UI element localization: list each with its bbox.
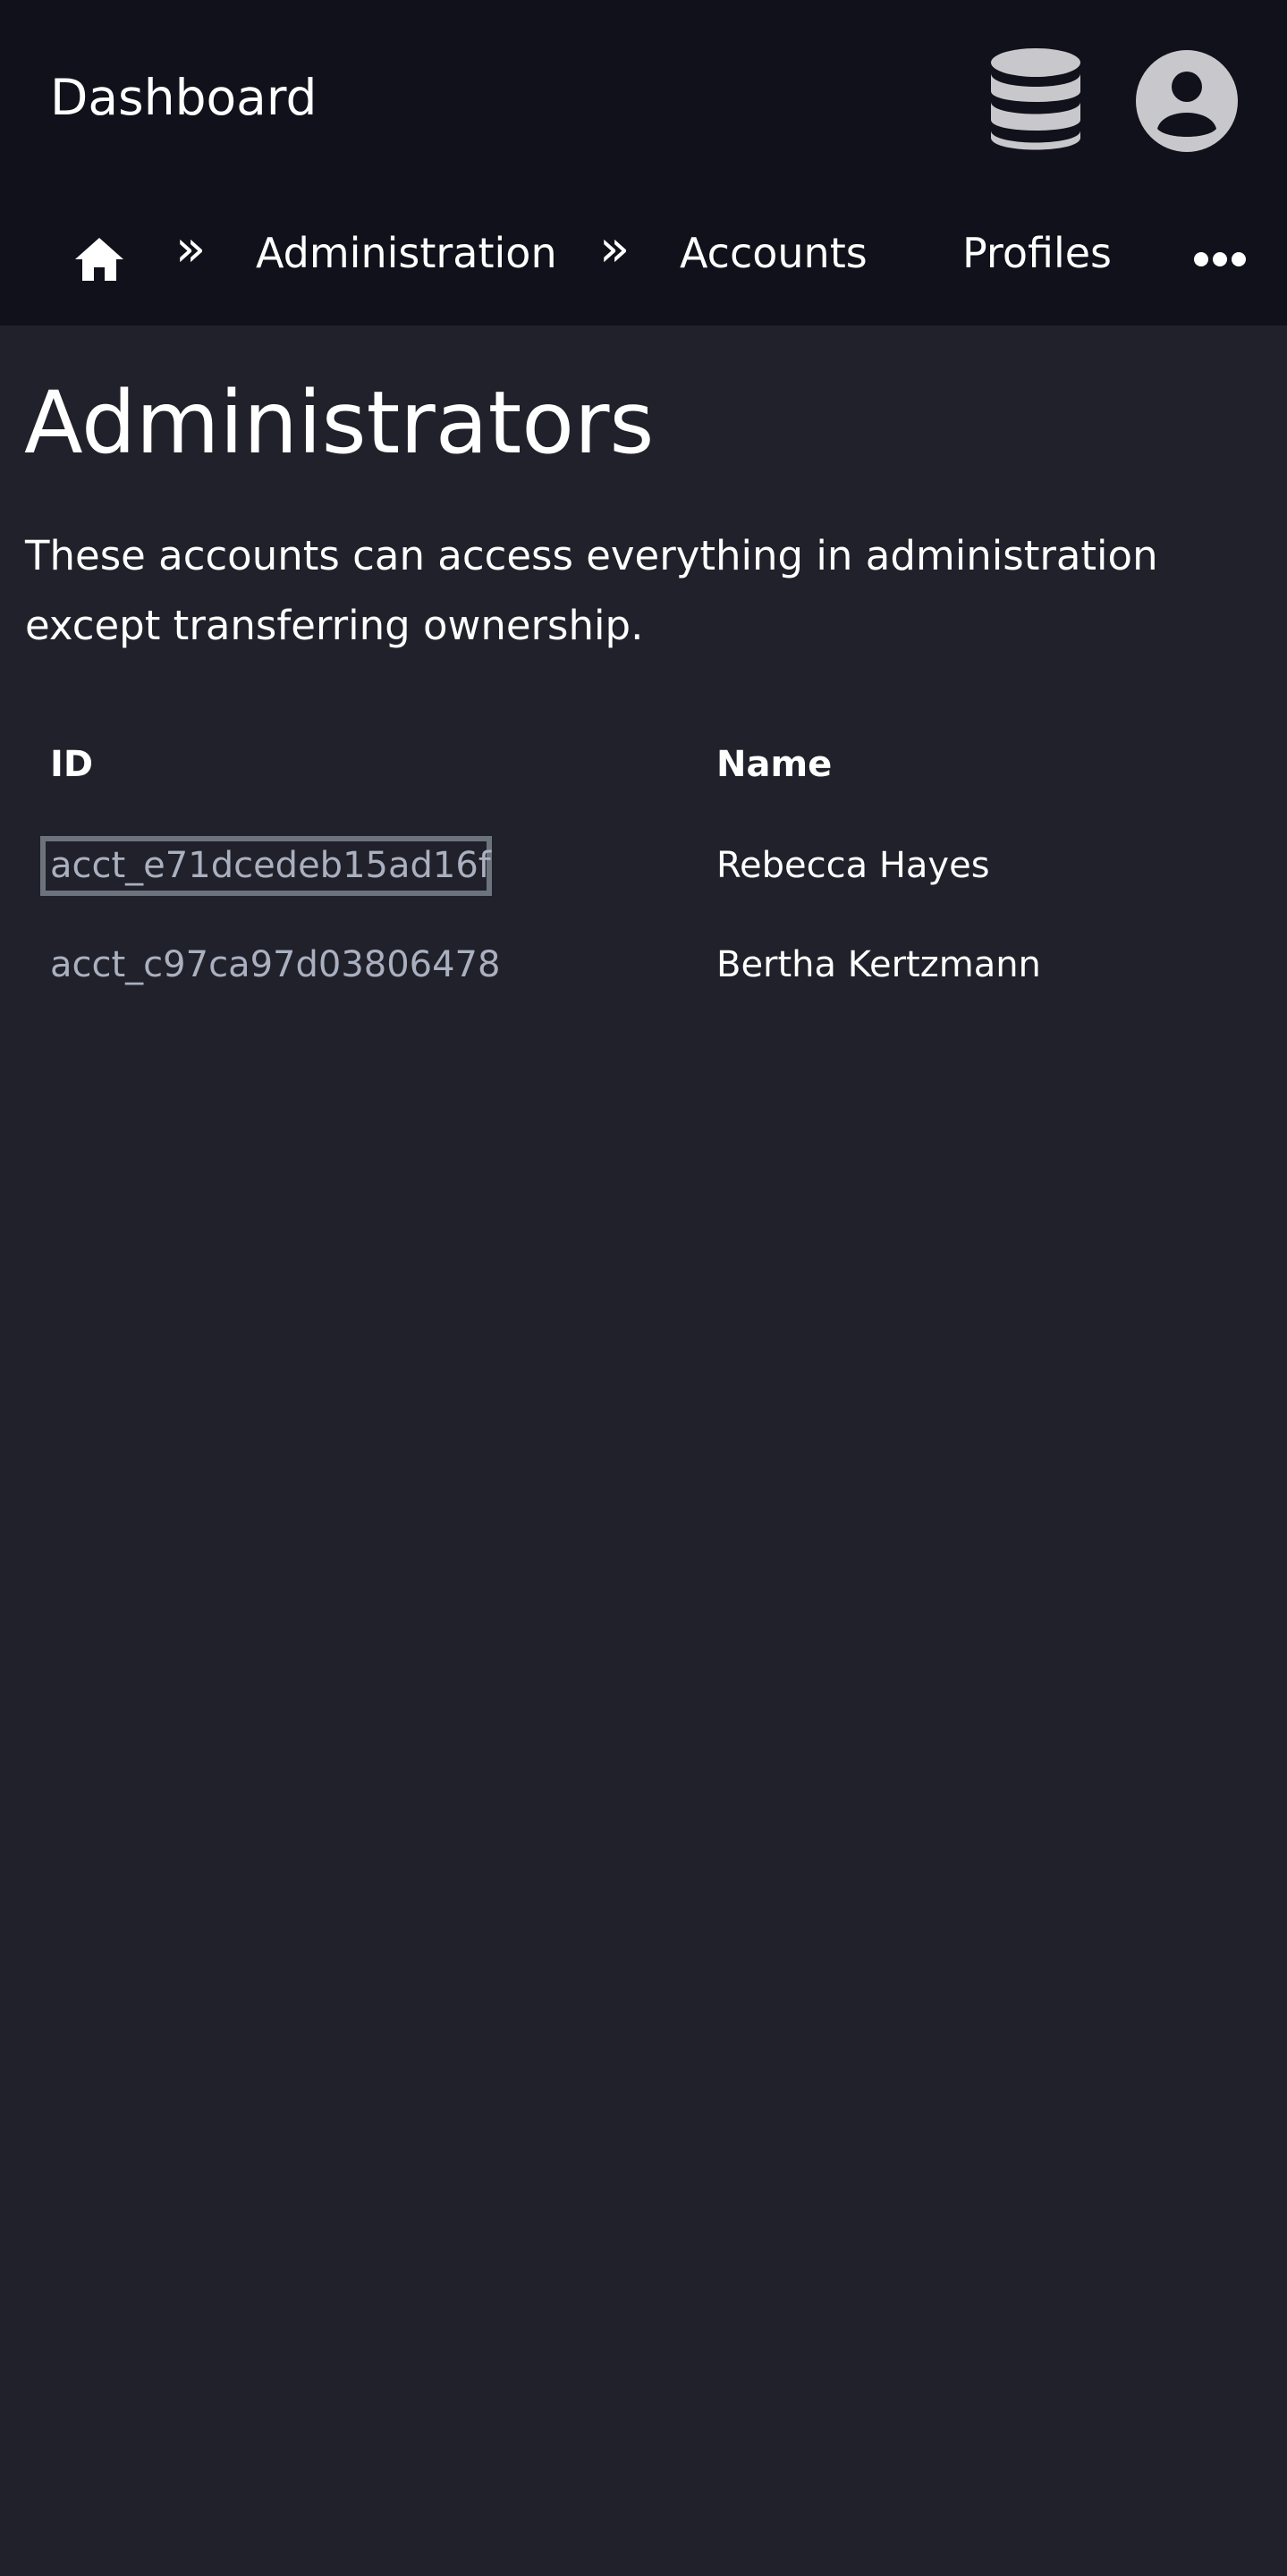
top-app-bar: Dashboard bbox=[0, 0, 1287, 197]
app-title[interactable]: Dashboard bbox=[50, 68, 317, 127]
breadcrumb-item-accounts[interactable]: Accounts bbox=[680, 225, 868, 281]
more-horizontal-icon[interactable] bbox=[1193, 249, 1247, 270]
column-header-name: Name bbox=[716, 744, 833, 785]
page-title: Administrators bbox=[24, 373, 655, 473]
account-id-link[interactable]: acct_c97ca97d03806478 bbox=[50, 939, 500, 991]
account-name: Bertha Kertzmann bbox=[716, 944, 1041, 985]
page-description: These accounts can access everything in … bbox=[25, 532, 1158, 649]
breadcrumb-item-administration[interactable]: Administration bbox=[256, 225, 557, 281]
user-circle-icon[interactable] bbox=[1136, 50, 1238, 152]
database-icon[interactable] bbox=[989, 46, 1082, 152]
breadcrumb-separator: » bbox=[175, 220, 207, 278]
breadcrumb-separator: » bbox=[599, 220, 631, 278]
column-header-id: ID bbox=[50, 744, 94, 785]
breadcrumb-item-profiles[interactable]: Profiles bbox=[962, 225, 1112, 281]
account-id-link[interactable]: acct_e71dcedeb15ad16f bbox=[50, 840, 491, 891]
breadcrumb: » Administration » Accounts Profiles bbox=[0, 197, 1287, 325]
home-icon[interactable] bbox=[73, 236, 125, 283]
account-name: Rebecca Hayes bbox=[716, 845, 990, 886]
